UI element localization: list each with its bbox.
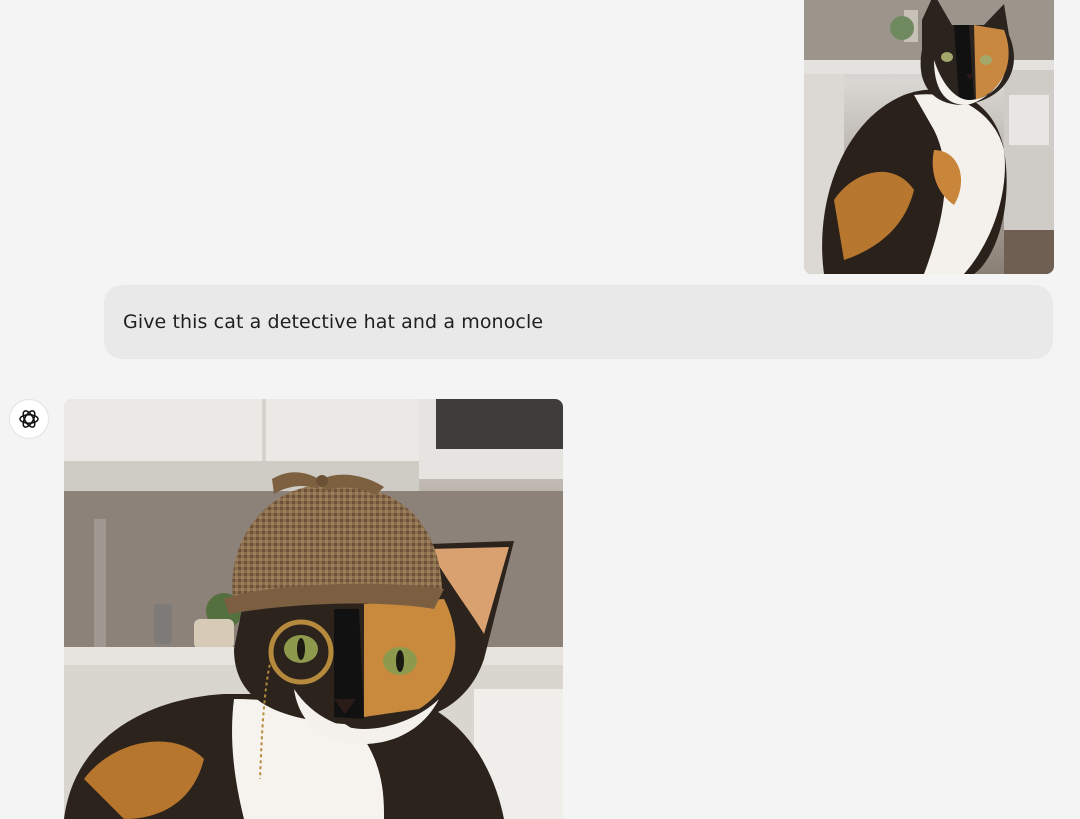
user-message-text: Give this cat a detective hat and a mono… [123, 311, 544, 333]
calico-cat-photo [804, 0, 1054, 274]
assistant-avatar [9, 399, 49, 439]
assistant-generated-image[interactable] [64, 399, 563, 819]
user-attached-cat-photo[interactable] [804, 0, 1054, 274]
calico-cat-detective-hat-monocle-photo [64, 399, 563, 819]
user-message-bubble: Give this cat a detective hat and a mono… [104, 285, 1053, 359]
openai-logo-icon [19, 410, 39, 428]
